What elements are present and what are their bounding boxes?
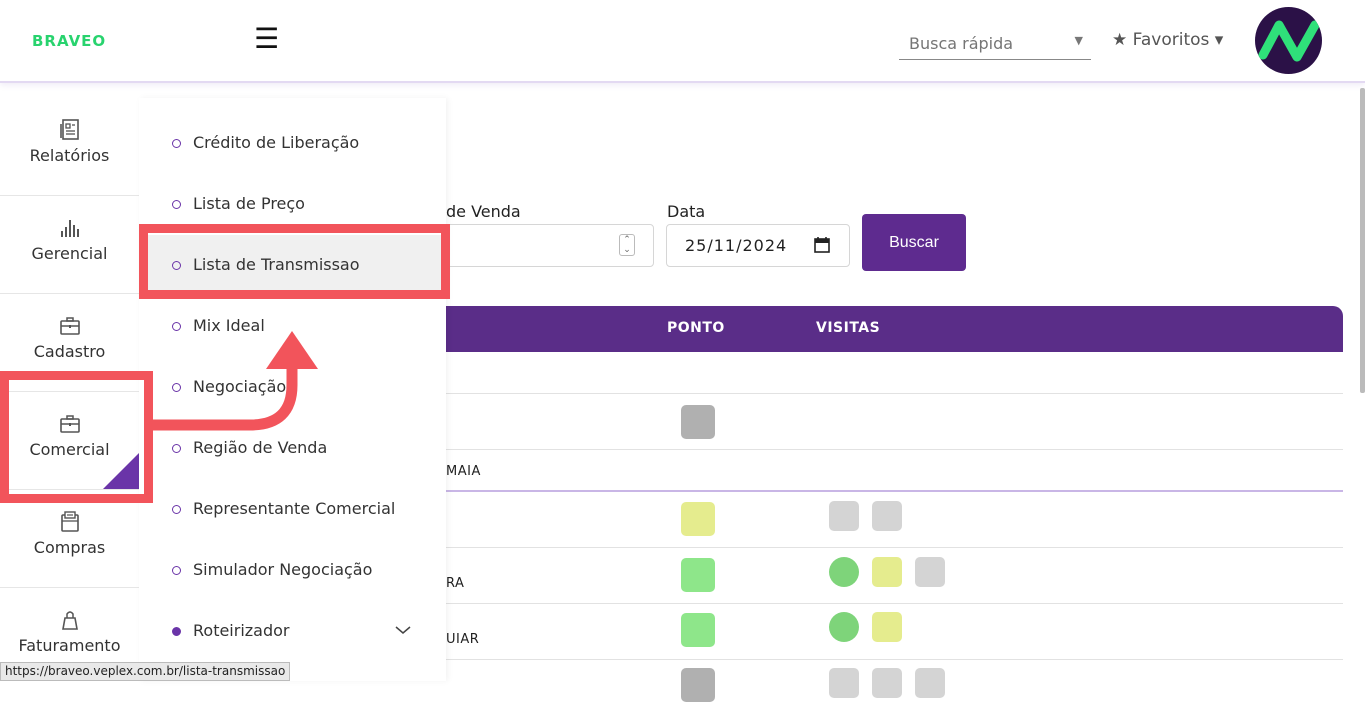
status-bar-url: https://braveo.veplex.com.br/lista-trans… <box>0 662 291 681</box>
region-select[interactable]: ⌃ ⌄ <box>446 224 654 267</box>
chevron-down-icon[interactable]: ▼ <box>1075 34 1083 47</box>
column-header-ponto: PONTO <box>667 320 725 336</box>
visit-status-square[interactable] <box>829 501 859 531</box>
bag-icon <box>58 608 82 632</box>
annotation-arrow-icon <box>152 331 318 431</box>
region-field-label: de Venda <box>446 202 521 221</box>
sidebar-item-gerencial[interactable]: Gerencial <box>0 196 139 294</box>
row-divider <box>446 490 1343 492</box>
search-button[interactable]: Buscar <box>862 214 966 271</box>
row-divider <box>446 659 1343 660</box>
bullet-icon <box>172 566 181 575</box>
table-cell-name: UIAR <box>446 632 480 647</box>
sidebar-item-compras[interactable]: Compras <box>0 490 139 588</box>
ponto-status-square[interactable] <box>681 502 715 536</box>
ponto-status-square[interactable] <box>681 558 715 592</box>
row-divider <box>446 393 1343 394</box>
sidebar-item-label: Faturamento <box>18 636 121 655</box>
avatar[interactable] <box>1255 7 1322 74</box>
date-field-label: Data <box>667 202 706 221</box>
date-input[interactable]: 25/11/2024 <box>666 224 850 267</box>
newspaper-icon <box>58 118 82 142</box>
visit-status-square[interactable] <box>872 668 902 698</box>
column-header-visitas: VISITAS <box>816 320 881 336</box>
bullet-icon <box>172 200 181 209</box>
row-divider <box>446 603 1343 604</box>
visit-status-square[interactable] <box>872 612 902 642</box>
visit-status-square[interactable] <box>872 557 902 587</box>
row-divider <box>446 547 1343 548</box>
briefcase-icon <box>58 314 82 338</box>
bullet-icon <box>172 627 181 636</box>
visit-status-square[interactable] <box>872 501 902 531</box>
ponto-status-square[interactable] <box>681 405 715 439</box>
sidebar-item-label: Relatórios <box>29 146 110 165</box>
hamburger-icon[interactable]: ☰ <box>254 25 280 53</box>
favorites-menu[interactable]: ★ Favoritos ▾ <box>1112 30 1223 50</box>
bullet-icon <box>172 139 181 148</box>
date-value: 25/11/2024 <box>685 236 788 255</box>
submenu-item-roteirizador[interactable]: Roteirizador <box>139 601 446 662</box>
bar-chart-icon <box>58 216 82 240</box>
sidebar-item-label: Gerencial <box>31 244 108 263</box>
sidebar-item-relatorios[interactable]: Relatórios <box>0 98 139 196</box>
visit-status-circle[interactable] <box>829 612 859 642</box>
avatar-logo-icon <box>1258 20 1320 62</box>
table-cell-name: RA <box>446 576 465 591</box>
spinner-icon[interactable]: ⌃ ⌄ <box>619 234 635 256</box>
chevron-down-icon[interactable] <box>394 621 412 640</box>
visit-status-square[interactable] <box>829 668 859 698</box>
document-icon <box>58 510 82 534</box>
visit-status-circle[interactable] <box>829 557 859 587</box>
highlight-box-comercial <box>0 371 153 503</box>
row-divider <box>446 449 1343 450</box>
highlight-box-lista-transmissao <box>139 224 450 299</box>
ponto-status-square[interactable] <box>681 613 715 647</box>
sidebar-item-label: Cadastro <box>33 342 106 361</box>
visit-status-square[interactable] <box>915 668 945 698</box>
table-header: PONTO VISITAS <box>446 306 1343 352</box>
submenu-item-simulador-negociacao[interactable]: Simulador Negociação <box>139 540 446 601</box>
search-input[interactable] <box>909 34 1059 53</box>
submenu-item-representante-comercial[interactable]: Representante Comercial <box>139 479 446 540</box>
visit-status-square[interactable] <box>915 557 945 587</box>
quick-search[interactable]: ▼ <box>899 30 1091 60</box>
bullet-icon <box>172 505 181 514</box>
braveo-logo[interactable]: BRAVEO <box>32 32 106 50</box>
scrollbar[interactable] <box>1360 88 1365 393</box>
calendar-icon[interactable] <box>813 236 831 258</box>
submenu-item-credito-liberacao[interactable]: Crédito de Liberação <box>139 113 446 174</box>
ponto-status-square[interactable] <box>681 668 715 702</box>
sidebar-item-label: Compras <box>33 538 106 557</box>
top-bar: BRAVEO ☰ ▼ ★ Favoritos ▾ <box>0 0 1365 83</box>
table-cell-name: MAIA <box>446 464 481 479</box>
